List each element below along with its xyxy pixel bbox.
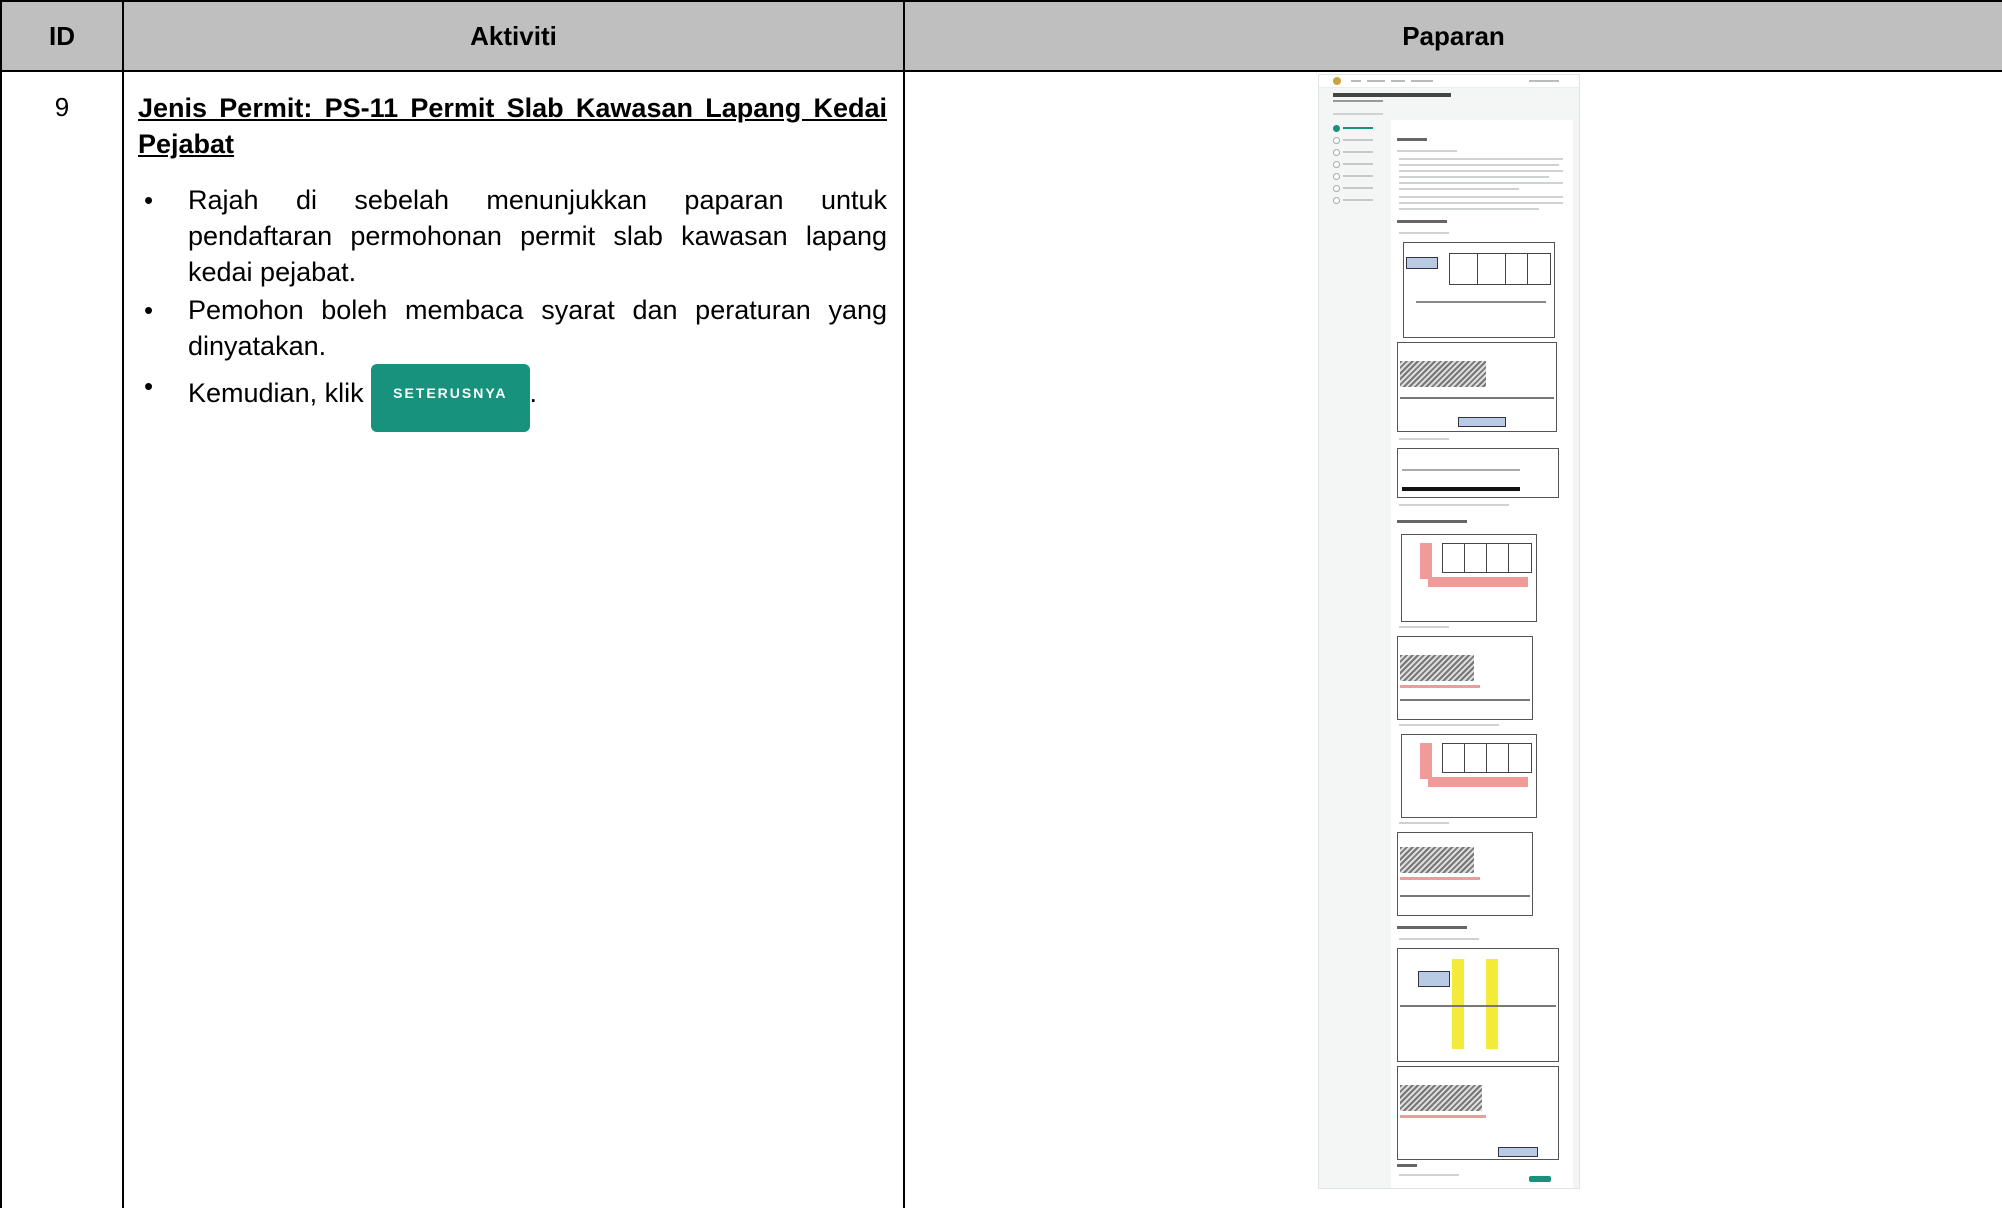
display-cell — [903, 70, 2002, 1208]
figure-junction — [1397, 948, 1559, 1062]
figure-section-3 — [1397, 832, 1533, 916]
figure-section-1 — [1397, 342, 1557, 432]
preview-content — [1391, 120, 1573, 1188]
procedure-table: ID Aktiviti Paparan 9 Jenis Permit: PS-1… — [0, 0, 2002, 1208]
figure-section-2 — [1397, 636, 1533, 720]
preview-topbar — [1319, 75, 1579, 88]
instruction-list: Rajah di sebelah menunjukkan paparan unt… — [138, 182, 887, 436]
header-id: ID — [0, 0, 124, 72]
table-row: 9 Jenis Permit: PS-11 Permit Slab Kawasa… — [0, 70, 2002, 1208]
header-activity: Aktiviti — [122, 0, 905, 72]
preview-seterusnya-button — [1529, 1176, 1551, 1182]
row-id: 9 — [0, 70, 124, 1208]
screenshot-preview — [1318, 74, 1580, 1189]
instruction-item: Pemohon boleh membaca syarat dan peratur… — [144, 292, 887, 364]
click-suffix: . — [529, 378, 538, 408]
logo-icon — [1333, 77, 1341, 85]
click-prefix: Kemudian, klik — [188, 378, 364, 408]
permit-title: Jenis Permit: PS-11 Permit Slab Kawasan … — [138, 93, 887, 159]
seterusnya-button[interactable]: SETERUSNYA — [371, 364, 530, 432]
figure-plan-2 — [1401, 534, 1537, 622]
activity-cell: Jenis Permit: PS-11 Permit Slab Kawasan … — [122, 70, 905, 1208]
figure-plan-3 — [1401, 734, 1537, 818]
header-display: Paparan — [903, 0, 2002, 72]
figure-plan-1 — [1403, 242, 1555, 338]
instruction-item: Rajah di sebelah menunjukkan paparan unt… — [144, 182, 887, 290]
instruction-item-click: Kemudian, klik SETERUSNYA. — [144, 364, 887, 436]
table-header-row: ID Aktiviti Paparan — [0, 0, 2002, 72]
figure-slab-dimension — [1397, 448, 1559, 498]
figure-section-4 — [1397, 1066, 1559, 1160]
